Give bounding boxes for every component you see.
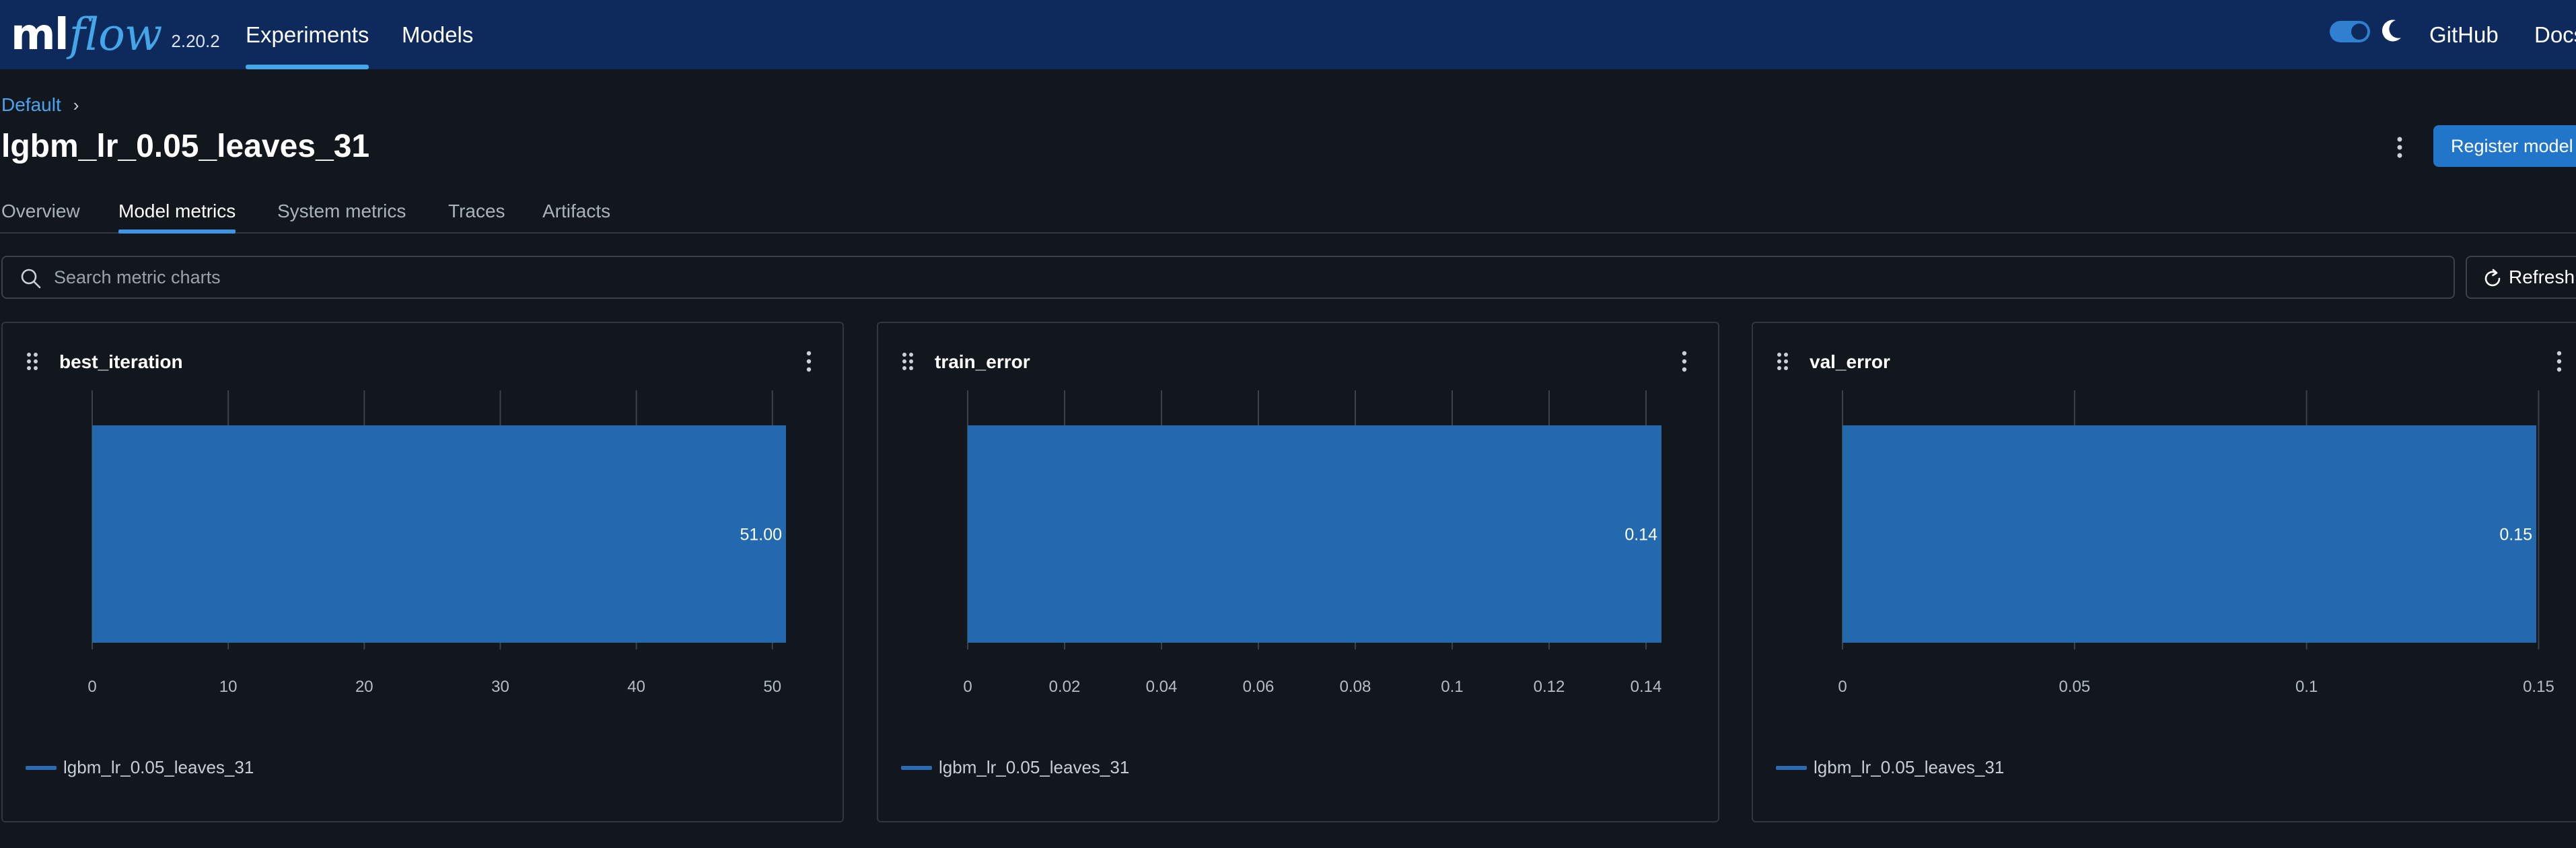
breadcrumb: Default › [1,94,79,116]
tab-system-metrics[interactable]: System metrics [277,201,406,232]
search-input[interactable] [54,257,2342,297]
bar-value-label: 0.14 [1624,526,1657,544]
chart-legend: lgbm_lr_0.05_leaves_31 [1776,757,2004,778]
legend-label: lgbm_lr_0.05_leaves_31 [63,757,254,777]
metric-search-box [1,256,2455,299]
tab-artifacts[interactable]: Artifacts [542,201,610,232]
x-tick-label: 0.02 [1049,678,1081,696]
legend-label: lgbm_lr_0.05_leaves_31 [1814,757,2005,777]
logo-flow-text: flow [69,9,163,61]
toggle-knob [2351,24,2367,40]
refresh-label: Refresh [2509,267,2575,287]
dark-mode-toggle[interactable] [2330,21,2370,42]
x-tick-label: 0.1 [1441,678,1463,696]
x-tick-label: 0.08 [1340,678,1371,696]
refresh-button[interactable]: Refresh [2466,256,2576,299]
nav-docs[interactable]: Docs [2534,0,2576,69]
bar [968,425,1661,643]
breadcrumb-default-link[interactable]: Default [1,94,61,116]
bar-chart-plot: 0 0.05 0.1 0.15 0.15 [1838,390,2554,696]
logo-ml-text: ml [11,9,69,60]
x-tick-label: 50 [763,678,781,696]
chart-legend: lgbm_lr_0.05_leaves_31 [26,757,254,778]
x-tick-label: 0.15 [2523,678,2554,696]
x-tick-label: 0 [87,678,96,696]
x-tick-label: 0.12 [1534,678,1565,696]
register-model-button[interactable]: Register model [2433,125,2576,167]
x-tick-label: 20 [355,678,373,696]
nav-github[interactable]: GitHub [2429,0,2499,69]
chart-legend: lgbm_lr_0.05_leaves_31 [901,757,1129,778]
legend-label: lgbm_lr_0.05_leaves_31 [939,757,1130,777]
nav-experiments[interactable]: Experiments [246,0,369,69]
x-tick-label: 0.06 [1243,678,1275,696]
bar [92,425,786,643]
x-tick-label: 0 [963,678,972,696]
tab-model-metrics[interactable]: Model metrics [118,201,236,234]
legend-swatch [901,765,932,770]
legend-swatch [26,765,57,770]
bar-chart-plot: 0 10 20 30 40 50 51.00 [87,390,786,696]
more-options-icon[interactable] [2388,132,2412,163]
search-icon [21,269,41,289]
chart-card-best-iteration: best_iteration 0 10 20 30 40 50 51.00 lgbm_lr_… [1,322,844,822]
chevron-right-icon: › [73,94,79,115]
x-tick-label: 30 [491,678,509,696]
mlflow-logo[interactable]: ml flow 2.20.2 [11,0,220,69]
tab-overview[interactable]: Overview [1,201,80,232]
x-tick-label: 40 [627,678,645,696]
page-title: lgbm_lr_0.05_leaves_31 [1,129,370,164]
legend-swatch [1776,765,1807,770]
tab-traces[interactable]: Traces [448,201,505,232]
bar-value-label: 51.00 [740,526,782,544]
top-nav-bar: ml flow 2.20.2 Experiments Models GitHub… [0,0,2576,69]
bar-value-label: 0.15 [2499,526,2532,544]
x-tick-label: 0.05 [2059,678,2090,696]
moon-icon [2382,20,2401,42]
x-tick-label: 0 [1838,678,1847,696]
chart-card-train-error: train_error 0 0.02 0.04 0.06 0.08 0.1 0.12 0.14… [877,322,1719,822]
run-tabs: Overview Model metrics System metrics Tr… [0,201,2576,234]
bar [1842,425,2536,643]
version-label: 2.20.2 [171,31,220,51]
x-tick-label: 0.04 [1146,678,1178,696]
chart-card-val-error: val_error 0 0.05 0.1 0.15 0.15 lgbm_lr_0.05_… [1752,322,2576,822]
x-tick-label: 10 [219,678,238,696]
nav-models[interactable]: Models [402,0,473,69]
x-tick-label: 0.1 [2295,678,2318,696]
refresh-icon [2484,269,2501,287]
bar-chart-plot: 0 0.02 0.04 0.06 0.08 0.1 0.12 0.14 0.14 [963,390,1662,696]
x-tick-label: 0.14 [1631,678,1662,696]
